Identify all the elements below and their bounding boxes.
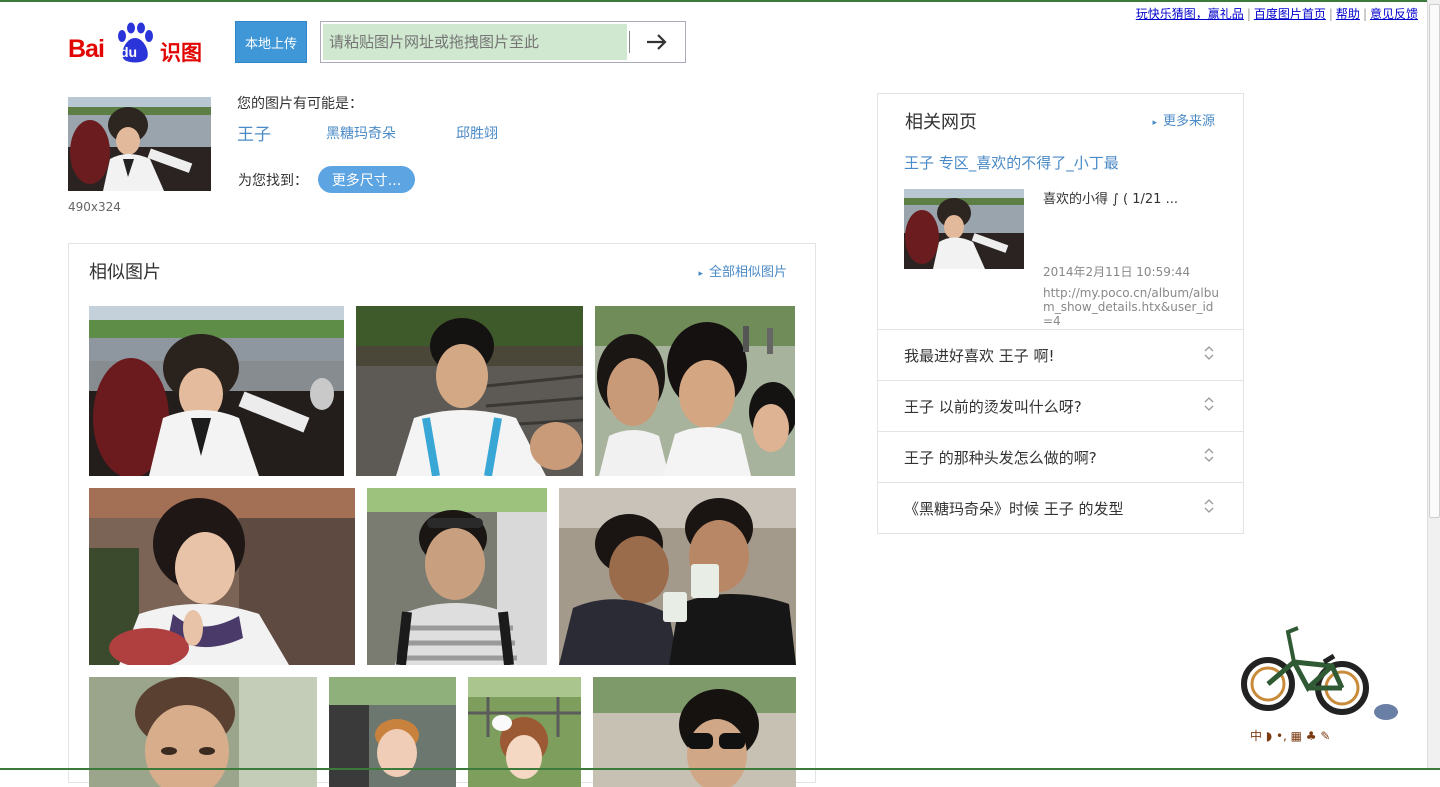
similar-image-4[interactable]: [89, 488, 355, 665]
search-submit-button[interactable]: [629, 22, 685, 62]
related-result-date: 2014年2月11日 10:59:44: [1043, 265, 1191, 279]
logo-shitu-text: 识图: [160, 41, 202, 65]
related-pages-panel: 相关网页 ▸ 更多来源 王子 专区_喜欢的不得了_小丁最 喜欢的小得 ∫ ( 1/…: [877, 93, 1244, 534]
guess-link-heitang[interactable]: 黑糖玛奇朵: [326, 123, 396, 143]
similar-images-title: 相似图片: [89, 262, 161, 283]
all-similar-label: 全部相似图片: [708, 265, 787, 280]
photo-car-boy: [89, 306, 344, 476]
window-top-border: [0, 0, 1440, 2]
more-sources-link[interactable]: ▸ 更多来源: [1152, 110, 1215, 129]
photo-girl-sofa: [89, 488, 355, 665]
query-image-thumbnail[interactable]: [68, 97, 211, 191]
similar-image-2[interactable]: [356, 306, 583, 476]
question-text: 我最进好喜欢 王子 啊!: [904, 347, 1055, 365]
logo-bai-text: Bai: [68, 35, 105, 63]
photo-cosplay-girl: [468, 677, 581, 787]
arrow-right-icon: [647, 34, 667, 50]
bike-caption: 中 ◗ •, ▦ ♣ ✎: [1250, 728, 1330, 743]
question-text: 王子 的那种头发怎么做的啊?: [904, 449, 1097, 467]
query-image-size: 490x324: [68, 200, 121, 214]
chevron-right-icon: ▸: [1152, 118, 1157, 128]
question-text: 王子 以前的烫发叫什么呀?: [904, 398, 1082, 416]
top-link-feedback[interactable]: 意见反馈: [1370, 7, 1418, 21]
question-item-1[interactable]: 我最进好喜欢 王子 啊!: [878, 329, 1243, 380]
similar-image-7[interactable]: [89, 677, 317, 787]
similar-image-3[interactable]: [595, 306, 795, 476]
related-photo: [904, 189, 1024, 269]
local-upload-button[interactable]: 本地上传: [235, 21, 307, 63]
bike-widget[interactable]: 中 ◗ •, ▦ ♣ ✎: [1236, 622, 1406, 750]
scrollbar-thumb[interactable]: [1429, 4, 1440, 518]
expand-toggle-icon: [1203, 345, 1215, 365]
bicycle-icon: 中 ◗ •, ▦ ♣ ✎: [1241, 626, 1398, 743]
related-result-link[interactable]: 王子 专区_喜欢的不得了_小丁最: [904, 152, 1119, 173]
similar-image-8[interactable]: [329, 677, 456, 787]
baidu-shitu-logo[interactable]: Bai du 识图: [68, 22, 208, 66]
similar-image-6[interactable]: [559, 488, 796, 665]
similar-image-5[interactable]: [367, 488, 547, 665]
related-result-thumbnail[interactable]: [904, 189, 1024, 269]
found-label: 为您找到：: [238, 173, 308, 189]
similar-image-9[interactable]: [468, 677, 581, 787]
search-divider: [629, 31, 630, 53]
similar-image-10[interactable]: [593, 677, 796, 787]
logo-du-text: du: [120, 44, 138, 60]
page-scrollbar[interactable]: [1427, 0, 1440, 770]
guess-link-wangzi[interactable]: 王子: [237, 120, 271, 145]
photo-boy-stairs: [356, 306, 583, 476]
top-link-image-home[interactable]: 百度图片首页: [1254, 7, 1326, 21]
expand-toggle-icon: [1203, 498, 1215, 518]
question-text: 《黑糖玛奇朵》时候 王子 的发型: [904, 500, 1124, 518]
similar-image-1[interactable]: [89, 306, 344, 476]
top-link-help[interactable]: 帮助: [1336, 7, 1360, 21]
top-link-game[interactable]: 玩快乐猜图，赢礼品: [1136, 7, 1244, 21]
question-item-2[interactable]: 王子 以前的烫发叫什么呀?: [878, 380, 1243, 431]
guess-link-qiu[interactable]: 邱胜翊: [456, 123, 498, 143]
image-url-input[interactable]: [323, 24, 627, 60]
chevron-right-icon: ▸: [698, 269, 703, 279]
photo-child: [329, 677, 456, 787]
more-sizes-button[interactable]: 更多尺寸...: [318, 166, 415, 193]
similar-images-panel: 相似图片 ▸ 全部相似图片: [68, 243, 816, 787]
expand-toggle-icon: [1203, 396, 1215, 416]
related-result-url: http://my.poco.cn/album/album_show_detai…: [1043, 286, 1219, 328]
more-sources-label: 更多来源: [1162, 114, 1215, 129]
related-result-desc: 喜欢的小得 ∫ ( 1/21 ...: [1043, 192, 1178, 207]
question-item-3[interactable]: 王子 的那种头发怎么做的啊?: [878, 431, 1243, 482]
top-links: 玩快乐猜图，赢礼品 | 百度图片首页 | 帮助 | 意见反馈: [1135, 7, 1418, 21]
photo-girl-sunglasses: [593, 677, 796, 787]
photo-boy-closeup: [89, 677, 317, 787]
photo-boy-sunglasses: [367, 488, 547, 665]
all-similar-link[interactable]: ▸ 全部相似图片: [698, 261, 787, 280]
query-photo: [68, 97, 211, 191]
expand-toggle-icon: [1203, 447, 1215, 467]
guess-title: 您的图片有可能是：: [237, 96, 363, 112]
photo-three-girls: [595, 306, 795, 476]
photo-two-men-drinking: [559, 488, 796, 665]
question-item-4[interactable]: 《黑糖玛奇朵》时候 王子 的发型: [878, 482, 1243, 533]
search-box: [320, 21, 686, 63]
related-pages-title: 相关网页: [905, 112, 977, 133]
